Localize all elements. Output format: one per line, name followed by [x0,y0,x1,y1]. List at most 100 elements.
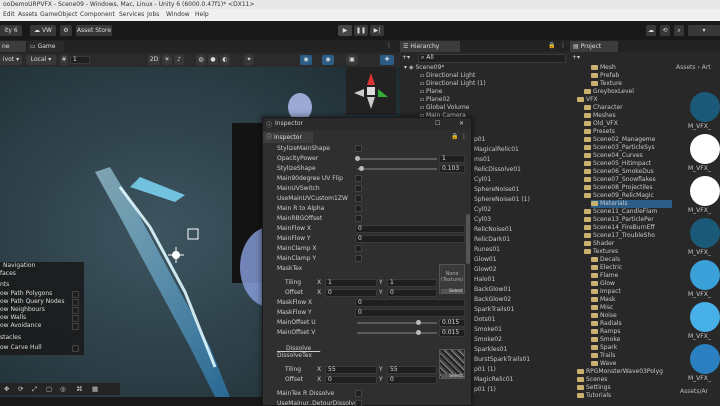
texture-select-button[interactable]: Select [441,289,463,294]
material-thumbnail[interactable] [690,176,720,206]
project-folder[interactable]: Scene02_Manageme [584,136,655,144]
project-folder[interactable]: Decals [591,256,620,264]
vector-x-field[interactable]: 0 [325,376,377,384]
property-slider-track[interactable] [357,158,437,160]
project-folder[interactable]: Wave [591,360,616,368]
hierarchy-item[interactable]: MagicRelic01 [474,376,514,384]
hierarchy-item[interactable]: Cyl02 [474,206,491,214]
project-folder[interactable]: Scene11_CandleFlam [584,208,657,216]
project-folder[interactable]: Materials [591,200,672,208]
property-checkbox[interactable] [355,255,362,262]
inspector-lock-icon[interactable]: 🔒 [451,133,458,140]
project-folder[interactable]: Electric [591,264,622,272]
project-folder[interactable]: RPGMonsterWave03Polyg [577,368,663,376]
hierarchy-item[interactable]: Cyl03 [474,216,491,224]
hierarchy-item[interactable]: BackGlow01 [474,286,511,294]
hierarchy-item[interactable]: ▫ Global Volume [420,104,469,112]
project-folder[interactable]: Presets [584,128,615,136]
hierarchy-search-input[interactable]: ⌕ All [418,54,566,63]
vector-y-field[interactable]: 55 [387,366,437,374]
project-folder[interactable]: Scene07_Snowflakes [584,176,656,184]
hierarchy-item[interactable]: BackGlow02 [474,296,511,304]
material-thumbnail[interactable] [690,218,720,248]
2d-toggle[interactable]: 2D [148,55,160,65]
project-folder[interactable]: Scene17_TroubleSho [584,232,655,240]
property-value-field[interactable]: 0.015 [439,319,465,327]
tab-game[interactable]: ▭ Game [28,41,64,52]
project-folder[interactable]: Misc [591,304,613,312]
project-folder[interactable]: Scene08_Projectiles [584,184,653,192]
hierarchy-item[interactable]: SphereNoise01 [474,186,519,194]
hierarchy-item[interactable]: MagicalRelic01 [474,146,519,154]
project-folder[interactable]: Flame [591,272,618,280]
hierarchy-item[interactable]: ▫ Plane [420,88,442,96]
hierarchy-item[interactable]: Halo01 [474,276,495,284]
menu-window[interactable]: Window [166,9,190,21]
orientation-gizmo[interactable] [346,67,396,115]
gizmos-icon[interactable]: ◉ [322,55,334,65]
hierarchy-item[interactable]: RelicDissolve01 [474,166,521,174]
project-folder[interactable]: Ramps [591,328,621,336]
tab-scene[interactable]: ne [0,41,26,52]
project-folder[interactable]: Mask [591,296,615,304]
material-thumbnail[interactable] [690,302,720,332]
property-checkbox[interactable] [355,195,362,202]
hierarchy-item[interactable]: p01 (1) [474,386,496,394]
nav-check-carve-hull[interactable] [72,345,79,352]
hierarchy-item[interactable]: ▫ Plane02 [420,96,450,104]
menu-jobs[interactable]: Jobs [147,9,159,21]
hierarchy-item[interactable]: Runes01 [474,246,500,254]
hierarchy-item[interactable]: ms01 [474,156,491,164]
hierarchy-item[interactable]: Smoke02 [474,336,502,344]
project-add-button[interactable]: +▾ [572,54,580,61]
project-folder[interactable]: Spark [591,344,617,352]
camera-icon[interactable]: ▣ [346,55,358,65]
material-thumbnail[interactable] [690,260,720,290]
hierarchy-item[interactable]: Sparkles01 [474,346,507,354]
project-folder[interactable]: GreyboxLevel [584,88,634,96]
property-slider-track[interactable] [357,168,437,170]
tool-transform-icon[interactable]: ◎ [60,385,66,393]
menu-edit[interactable]: Edit [3,9,15,21]
hierarchy-item[interactable]: Glow01 [474,256,497,264]
project-folder[interactable]: Scene04_Curves [584,152,643,160]
collab-icon[interactable]: ⚙ [60,25,72,36]
lighting-icon[interactable]: ☀ [162,55,172,65]
hierarchy-item[interactable]: ▫ Directional Light (1) [420,80,486,88]
asset-store-button[interactable]: Asset Store [76,25,112,36]
project-folder[interactable]: Mesh [591,64,616,72]
project-breadcrumb[interactable]: Assets › Art [676,64,711,71]
tab-project[interactable]: ▤ Project [570,41,618,52]
project-folder[interactable]: Scene14_FireBurnEff [584,224,655,232]
property-value-field[interactable]: 0 [355,235,465,243]
texture-select-button[interactable]: Select [441,374,463,379]
hierarchy-item[interactable]: Cyl01 [474,176,491,184]
vector-x-field[interactable]: 1 [325,279,377,287]
property-value-field[interactable]: 0 [355,225,465,233]
menu-assets[interactable]: Assets [18,9,38,21]
menu-help[interactable]: Help [195,9,209,21]
property-slider-knob[interactable] [415,330,421,335]
menu-component[interactable]: Component [80,9,115,21]
shading-solid-icon[interactable]: ● [208,55,218,65]
property-value-field[interactable]: 0 [355,309,465,317]
menu-gameobject[interactable]: GameObject [40,9,77,21]
hierarchy-item[interactable]: Glow02 [474,266,497,274]
hierarchy-item[interactable]: ▫ Directional Light [420,72,475,80]
project-folder[interactable]: Scene06_SmokeDus [584,168,654,176]
hierarchy-add-button[interactable]: +▾ [402,54,412,63]
gizmo-toggle-icon[interactable]: ✚ [380,55,394,65]
project-folder[interactable]: Glow [591,280,615,288]
inspector-menu-icon[interactable]: ⋮ [461,133,467,140]
property-checkbox[interactable] [355,175,362,182]
property-value-field[interactable]: 0.015 [439,329,465,337]
effects-icon[interactable]: ✦ [244,55,254,65]
visibility-icon[interactable]: ◉ [300,55,312,65]
hierarchy-item[interactable]: SparkTrails01 [474,306,514,314]
project-folder[interactable]: Noise [591,312,617,320]
property-checkbox[interactable] [355,400,362,406]
hierarchy-item[interactable]: p01 (1) [474,366,496,374]
property-value-field[interactable]: 0.103 [439,165,465,173]
hierarchy-item[interactable]: Smoke01 [474,326,502,334]
maximize-icon[interactable]: ☐ [435,120,440,127]
